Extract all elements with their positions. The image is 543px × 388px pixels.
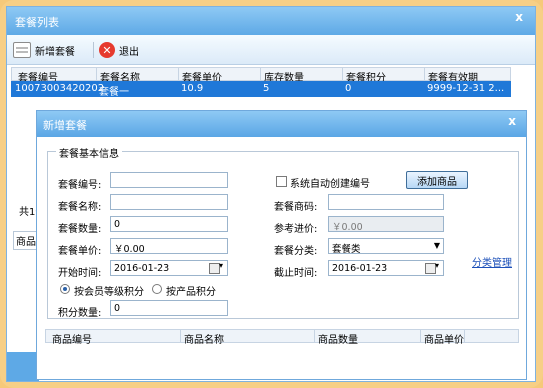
column-divider [420,330,421,342]
end-time-picker[interactable]: 2016-01-23 [328,260,444,276]
package-price-label: 套餐单价: [58,246,102,257]
reference-price-label: 参考进价: [274,224,318,235]
table-cell: 9999-12-31 2... [427,83,505,94]
package-barcode-label: 套餐商码: [274,202,318,213]
column-divider [260,68,261,80]
package-list-titlebar: 套餐列表 x [7,7,535,35]
start-time-label: 开始时间: [58,268,102,279]
package-quantity-label: 套餐数量: [58,224,102,235]
start-time-value: 2016-01-23 [114,263,170,274]
package-category-value: 套餐类 [332,244,361,254]
column-divider [96,68,97,80]
table-cell: 10073003420202 [15,83,105,94]
package-category-label: 套餐分类: [274,246,318,257]
column-divider [424,68,425,80]
package-name-label: 套餐名称: [58,202,102,213]
column-divider [464,330,465,342]
points-quantity-label: 积分数量: [58,308,102,319]
add-product-button[interactable]: 添加商品 [406,171,468,189]
status-strip [7,352,39,381]
points-by-product-radio[interactable] [152,284,162,294]
column-header[interactable]: 商品编号 [52,331,92,346]
points-by-level-radio[interactable] [60,284,70,294]
dialog-title: 新增套餐 [43,119,87,132]
package-name-input[interactable] [110,194,228,210]
column-header[interactable]: 商品数量 [318,331,358,346]
column-header[interactable]: 商品单价 [424,331,464,346]
calendar-icon[interactable] [425,261,441,274]
group-legend: 套餐基本信息 [56,145,122,160]
category-manage-link[interactable]: 分类管理 [472,254,512,269]
toolbar: 新增套餐 ✕ 退出 [7,35,535,65]
new-package-dialog: 新增套餐 x 套餐基本信息 套餐编号: 套餐名称: 套餐数量: 0 套餐单价: … [36,110,527,380]
start-time-picker[interactable]: 2016-01-23 [110,260,228,276]
package-list-title: 套餐列表 [15,16,59,29]
add-package-button[interactable]: 新增套餐 [13,40,75,60]
table-row[interactable]: 10073003420202 套餐一 10.9 5 0 9999-12-31 2… [11,81,511,98]
package-category-select[interactable]: 套餐类 ▼ [328,238,444,254]
reference-price-input: ￥0.00 [328,216,444,232]
add-package-label: 新增套餐 [35,46,75,58]
package-price-input[interactable]: ￥0.00 [110,238,228,254]
chevron-down-icon: ▼ [433,241,440,250]
package-table-header: 套餐编号 套餐名称 套餐单价 库存数量 套餐积分 套餐有效期 [11,67,511,84]
column-divider [180,330,181,342]
toolbar-separator [93,42,94,58]
exit-label: 退出 [119,46,139,58]
package-quantity-input[interactable]: 0 [110,216,228,232]
points-quantity-input[interactable]: 0 [110,300,228,316]
close-icon[interactable]: x [515,10,523,24]
exit-icon: ✕ [99,42,115,58]
package-barcode-input[interactable] [328,194,444,210]
package-code-label: 套餐编号: [58,180,102,191]
end-time-label: 截止时间: [274,268,318,279]
package-code-input[interactable] [110,172,228,188]
close-icon[interactable]: x [508,114,516,128]
table-cell: 5 [263,83,270,94]
basic-info-group: 套餐基本信息 套餐编号: 套餐名称: 套餐数量: 0 套餐单价: ￥0.00 开… [47,145,519,319]
end-time-value: 2016-01-23 [332,263,388,274]
table-cell: 0 [345,83,352,94]
auto-code-checkbox[interactable] [276,176,287,187]
table-cell: 10.9 [181,83,204,94]
exit-button[interactable]: ✕ 退出 [99,40,139,60]
column-divider [314,330,315,342]
column-divider [178,68,179,80]
product-table-header: 商品编号 商品名称 商品数量 商品单价 [45,329,519,346]
points-by-level-label: 按会员等级积分 [74,287,144,298]
table-cell: 套餐一 [99,87,129,98]
column-divider [342,68,343,80]
calendar-icon[interactable] [209,261,225,274]
dialog-titlebar: 新增套餐 x [37,111,526,137]
points-by-product-label: 按产品积分 [166,287,216,298]
column-header[interactable]: 商品名称 [184,331,224,346]
auto-code-label: 系统自动创建编号 [290,179,370,190]
new-document-icon [13,42,31,58]
